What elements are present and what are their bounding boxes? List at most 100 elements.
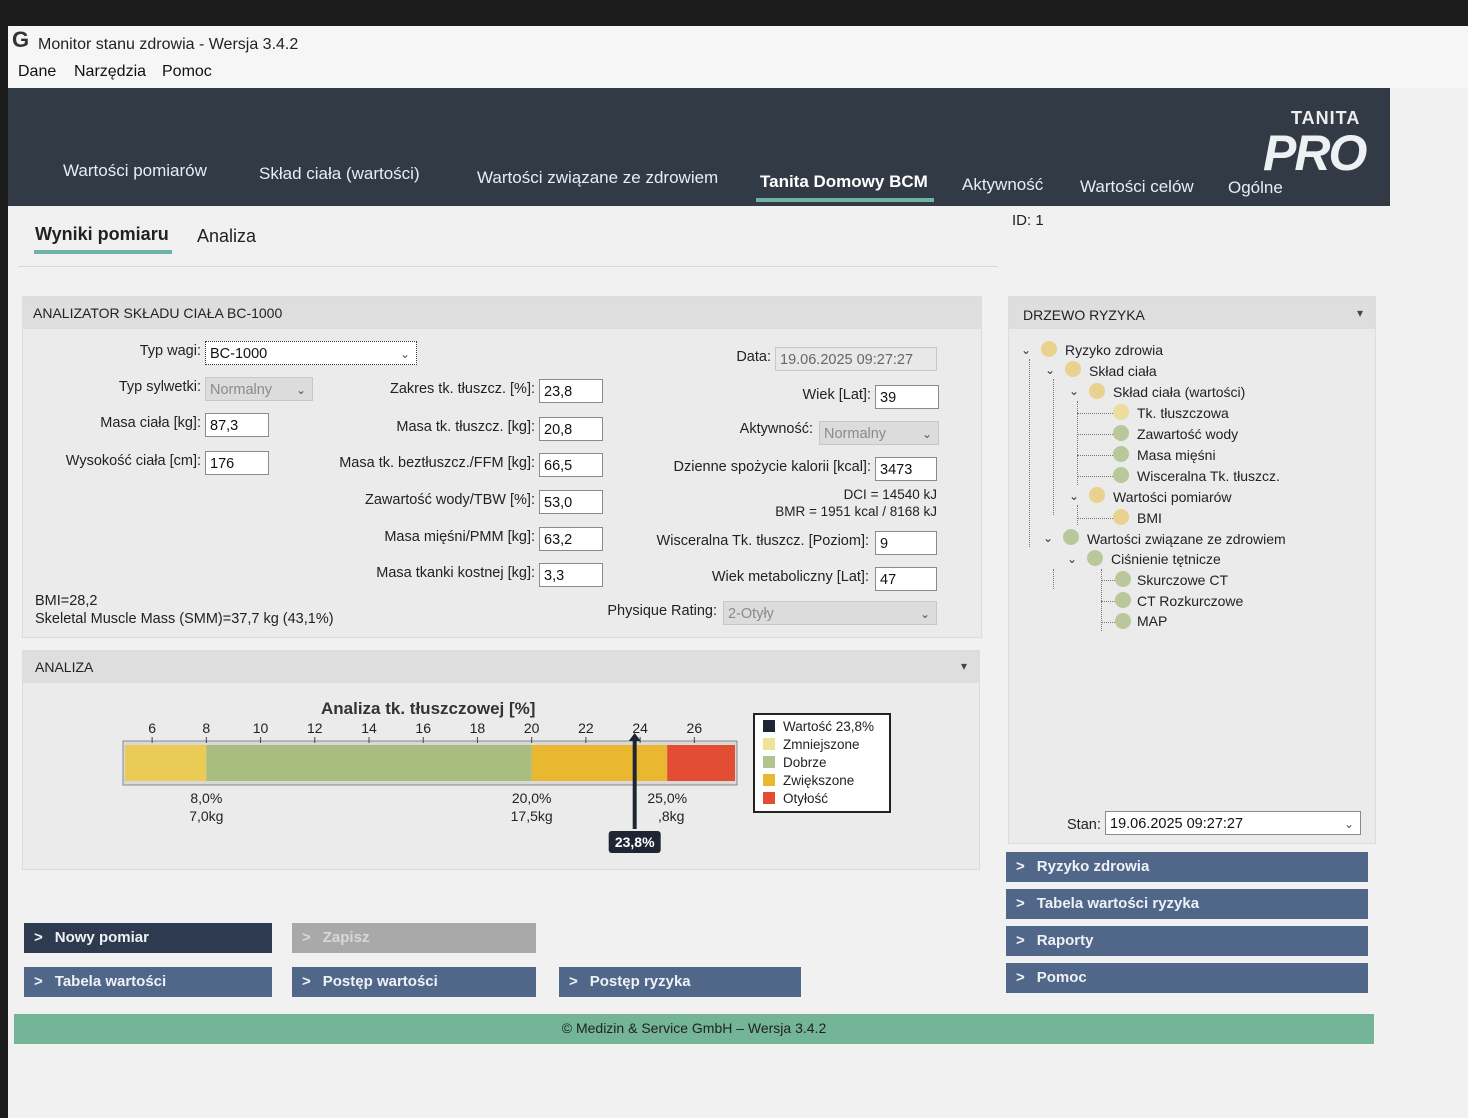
expand-chevron-icon[interactable]: ⌄ [1043,531,1053,545]
tree-item-map[interactable]: MAP [1137,613,1167,629]
tab-wartosci-celow[interactable]: Wartości celów [1080,177,1194,197]
pomoc-button[interactable]: > Pomoc [1006,963,1368,993]
expand-chevron-icon[interactable]: ⌄ [1069,384,1079,398]
tree-guide [1077,505,1078,525]
tree-item-sklad-ciala-wartosci[interactable]: Skład ciała (wartości) [1113,384,1245,400]
zakres-tluszcz-field[interactable]: 23,8 [539,379,603,403]
subtab-analiza[interactable]: Analiza [197,226,256,247]
risk-status-dot [1113,404,1129,420]
data-field[interactable]: 19.06.2025 09:27:27 [775,347,937,371]
postep-ryzyka-button[interactable]: > Postęp ryzyka [559,967,801,997]
tree-item-bmi[interactable]: BMI [1137,510,1162,526]
app-window: G Monitor stanu zdrowia - Wersja 3.4.2 D… [8,26,1468,1118]
expand-chevron-icon[interactable]: ⌄ [1045,363,1055,377]
tree-guide [1077,518,1113,519]
typ-sylwetki-value: Normalny [210,382,273,398]
tree-item-skurczowe[interactable]: Skurczowe CT [1137,572,1228,588]
physique-select[interactable]: 2-Otyły ⌄ [723,601,937,625]
wisceralna-field[interactable]: 9 [875,531,937,555]
subtab-divider [18,266,998,267]
tree-item-wisceralna[interactable]: Wisceralna Tk. tłuszcz. [1137,468,1280,484]
analiza-panel-header: ANALIZA ▾ [23,651,979,683]
risk-status-dot [1089,487,1105,503]
tree-guide [1077,434,1113,435]
chart-threshold-pct: 8,0% [190,790,222,806]
tree-item-zawartosc-wody[interactable]: Zawartość wody [1137,426,1238,442]
collapse-icon[interactable]: ▾ [961,659,967,673]
tree-item-wartosci-zdrowie[interactable]: Wartości związane ze zdrowiem [1087,531,1286,547]
chevron-right-icon: > [302,973,311,990]
risk-status-dot [1113,509,1129,525]
collapse-icon[interactable]: ▾ [1357,306,1363,320]
tab-aktywnosc[interactable]: Aktywność [962,175,1043,195]
button-label: Postęp ryzyka [589,973,691,990]
tree-item-wartosci-pomiarow[interactable]: Wartości pomiarów [1113,489,1232,505]
nowy-pomiar-button[interactable]: > Nowy pomiar [24,923,272,953]
typ-wagi-value: BC-1000 [210,346,268,362]
risk-status-dot [1115,571,1131,587]
raporty-button[interactable]: > Raporty [1006,926,1368,956]
pmm-field[interactable]: 63,2 [539,527,603,551]
menu-pomoc[interactable]: Pomoc [162,63,212,81]
tabela-wartosci-button[interactable]: > Tabela wartości [24,967,272,997]
tab-wartosci-zdrowie[interactable]: Wartości związane ze zdrowiem [477,168,718,188]
chevron-down-icon: ⌄ [919,607,930,621]
tanita-pro-logo: TANITA PRO [1263,108,1381,181]
button-label: Tabela wartości [54,973,167,990]
chart-tick-label: 16 [415,720,431,736]
chart-tick-label: 22 [578,720,594,736]
tree-item-tk-tluszczowa[interactable]: Tk. tłuszczowa [1137,405,1229,421]
tab-wartosci-pomiarow[interactable]: Wartości pomiarów [63,161,207,181]
typ-wagi-select[interactable]: BC-1000 ⌄ [205,341,417,365]
tree-item-cisnienie[interactable]: Ciśnienie tętnicze [1111,551,1221,567]
wiek-metaboliczny-field[interactable]: 47 [875,567,937,591]
chevron-right-icon: > [1016,895,1025,912]
stan-select[interactable]: 19.06.2025 09:27:27 ⌄ [1105,811,1361,835]
masa-tluszcz-field[interactable]: 20,8 [539,417,603,441]
ryzyko-zdrowia-button[interactable]: > Ryzyko zdrowia [1006,852,1368,882]
active-subtab-indicator [34,250,172,254]
risk-status-dot [1115,613,1131,629]
risk-tree-title: DRZEWO RYZYKA [1023,307,1145,323]
wiek-field[interactable]: 39 [875,385,939,409]
tbw-field[interactable]: 53,0 [539,490,603,514]
tab-tanita-domowy-bcm[interactable]: Tanita Domowy BCM [760,172,928,192]
tree-item-sklad-ciala[interactable]: Skład ciała [1089,363,1157,379]
button-label: Tabela wartości ryzyka [1036,895,1200,912]
zapisz-button[interactable]: > Zapisz [292,923,536,953]
tab-sklad-ciala[interactable]: Skład ciała (wartości) [259,164,420,184]
tabela-ryzyka-button[interactable]: > Tabela wartości ryzyka [1006,889,1368,919]
chevron-down-icon: ⌄ [399,347,410,361]
chart-tick-label: 26 [687,720,703,736]
risk-tree-panel: DRZEWO RYZYKA ▾ ⌄ Ryzyko zdrowia ⌄ Skład… [1008,296,1376,844]
expand-chevron-icon[interactable]: ⌄ [1021,343,1031,357]
app-logo-icon: G [12,27,30,52]
kostna-field[interactable]: 3,3 [539,563,603,587]
legend-swatch [763,756,775,768]
subtab-wyniki-pomiaru[interactable]: Wyniki pomiaru [35,224,169,245]
button-label: Raporty [1036,932,1094,949]
typ-sylwetki-label: Typ sylwetki: [118,379,201,395]
menu-dane[interactable]: Dane [18,63,56,81]
tree-item-rozkurczowe[interactable]: CT Rozkurczowe [1137,593,1243,609]
wisceralna-label: Wisceralna Tk. tłuszcz. [Poziom]: [656,533,869,549]
expand-chevron-icon[interactable]: ⌄ [1069,489,1079,503]
button-label: Zapisz [322,929,370,946]
tree-item-masa-miesni[interactable]: Masa mięśni [1137,447,1216,463]
dci-text: DCI = 14540 kJ [843,487,937,502]
legend-item-wartosc: Wartość 23,8% [763,719,874,734]
typ-sylwetki-select[interactable]: Normalny ⌄ [205,377,313,401]
tree-item-ryzyko-zdrowia[interactable]: Ryzyko zdrowia [1065,342,1163,358]
postep-wartosci-button[interactable]: > Postęp wartości [292,967,536,997]
expand-chevron-icon[interactable]: ⌄ [1067,552,1077,566]
ffm-field[interactable]: 66,5 [539,453,603,477]
kalorie-label: Dzienne spożycie kalorii [kcal]: [673,459,871,475]
menu-narzedzia[interactable]: Narzędzia [74,63,146,81]
kostna-label: Masa tkanki kostnej [kg]: [376,565,535,581]
masa-ciala-label: Masa ciała [kg]: [100,415,201,431]
kalorie-field[interactable]: 3473 [875,457,937,481]
footer-copyright: © Medizin & Service GmbH – Wersja 3.4.2 [561,1020,827,1036]
aktywnosc-select[interactable]: Normalny ⌄ [819,421,939,445]
masa-ciala-field[interactable]: 87,3 [205,413,269,437]
wysokosc-field[interactable]: 176 [205,451,269,475]
